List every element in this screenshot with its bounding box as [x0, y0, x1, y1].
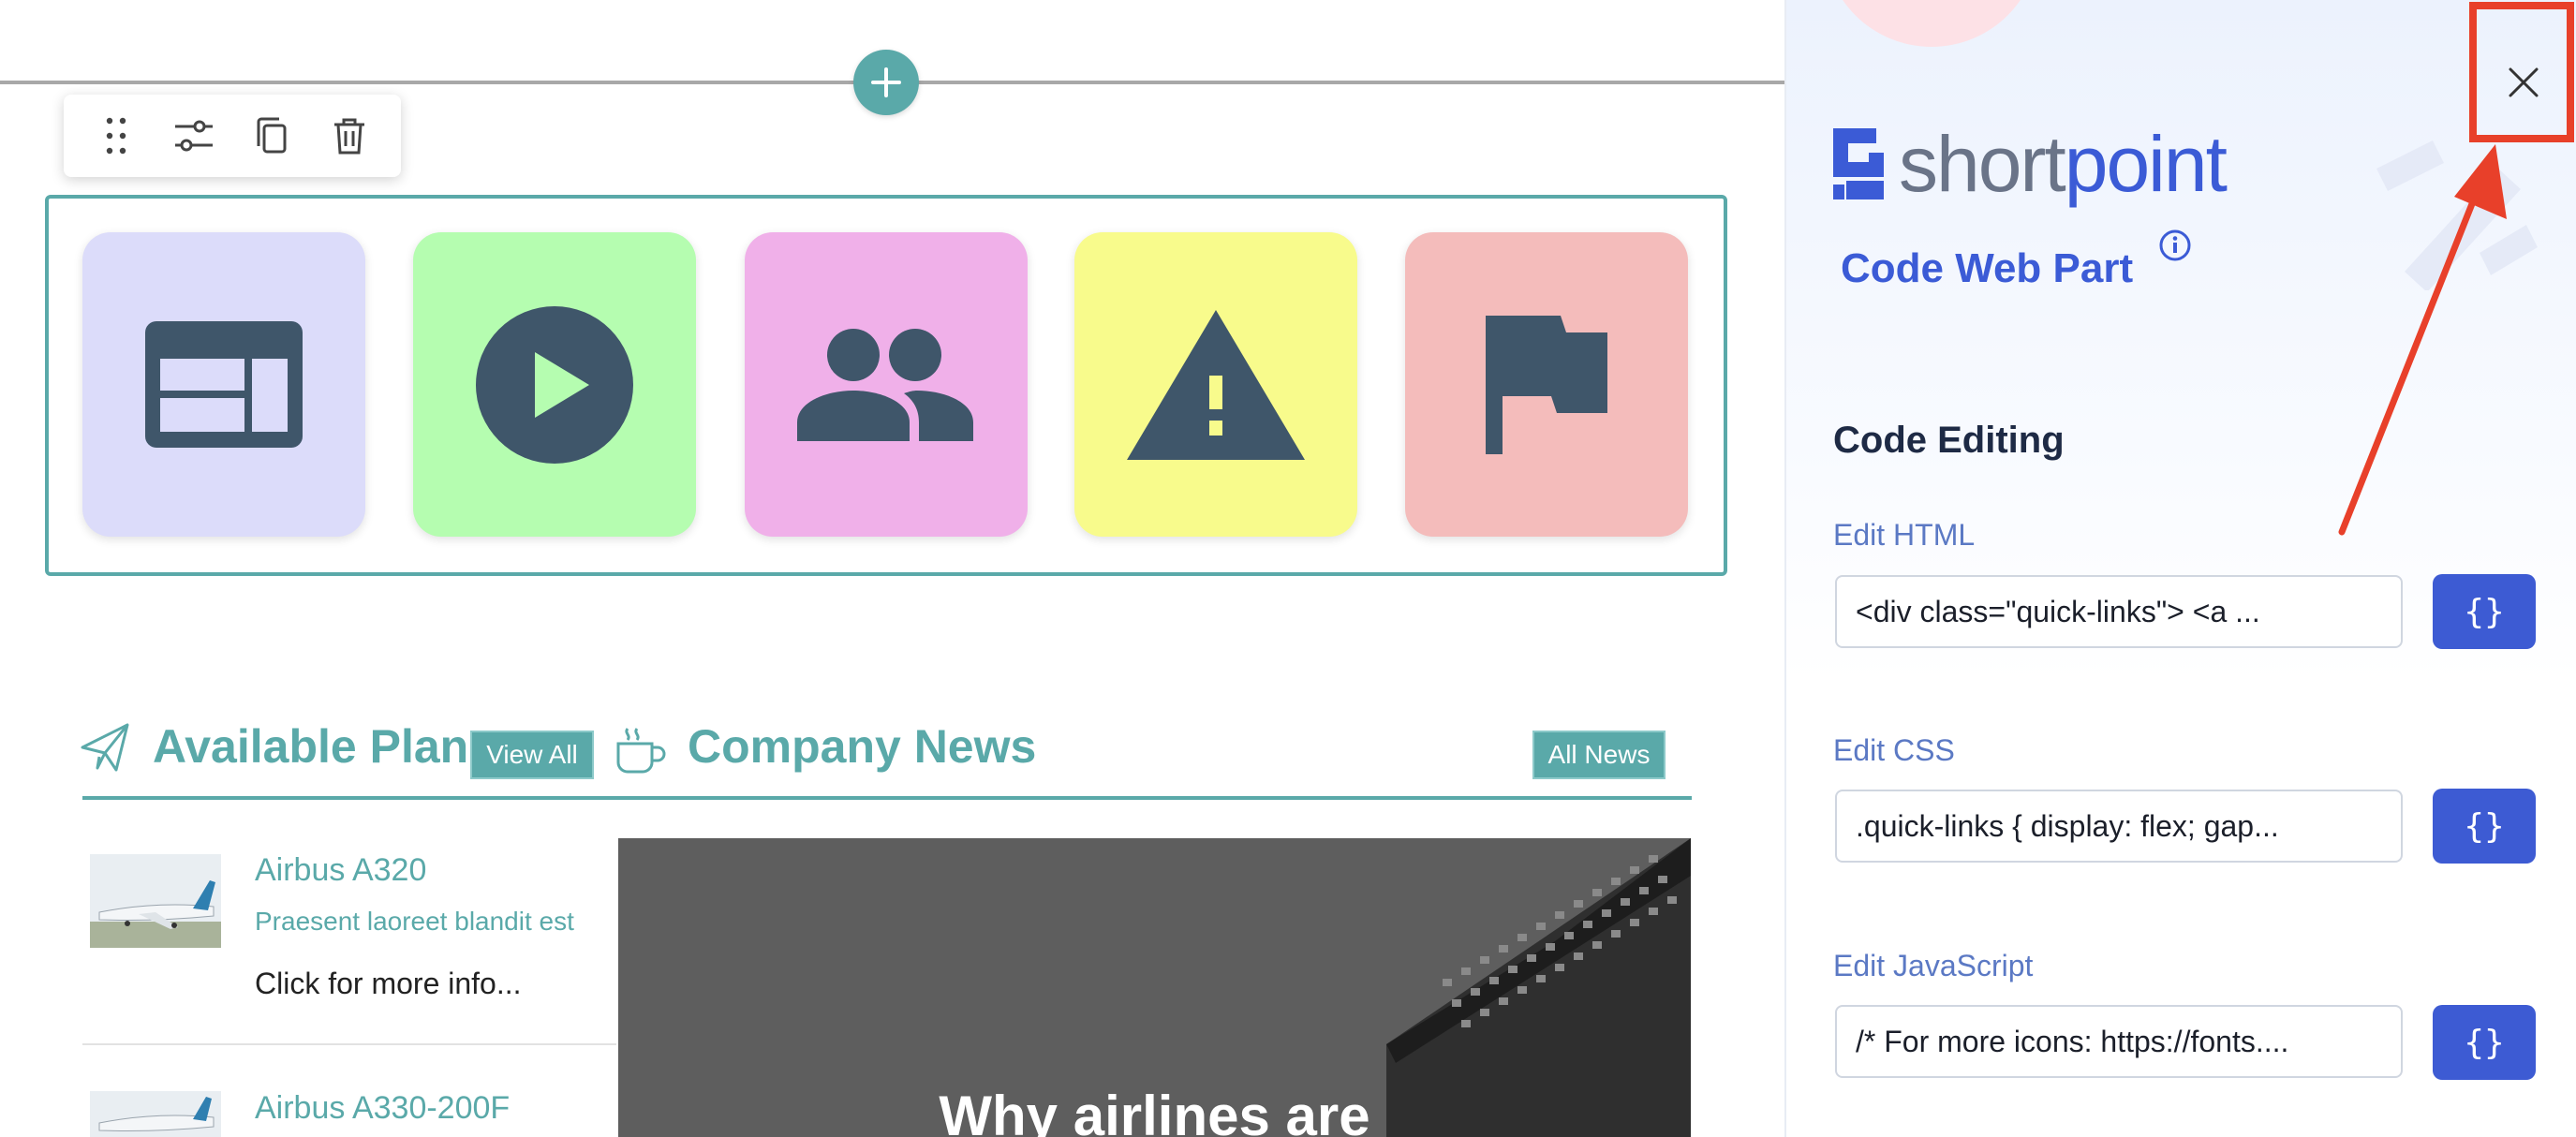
- shortpoint-logo: shortpoint: [1826, 120, 2228, 208]
- edit-html-code-button[interactable]: {}: [2433, 574, 2536, 649]
- coffee-cup-icon: [616, 728, 666, 774]
- warning-icon: [1127, 309, 1305, 460]
- quick-link-tile-warning[interactable]: [1074, 232, 1357, 537]
- annotation-arrow: [2338, 144, 2507, 536]
- play-circle-icon: [476, 305, 633, 464]
- layout-icon: [145, 321, 303, 448]
- edit-html-label: Edit HTML: [1833, 518, 1976, 552]
- shortpoint-logo-icon: [1833, 128, 1884, 199]
- airplane-icon: [81, 723, 129, 772]
- section-underline: [82, 796, 1692, 800]
- duplicate-icon[interactable]: [247, 111, 296, 160]
- available-planes-title: Available Plan: [153, 720, 469, 773]
- quick-link-tile-people[interactable]: [745, 232, 1028, 537]
- edit-css-field[interactable]: .quick-links { display: flex; gap...: [1835, 790, 2403, 863]
- settings-sliders-icon[interactable]: [170, 111, 218, 160]
- flag-icon: [1486, 315, 1607, 454]
- drag-handle-icon[interactable]: [92, 111, 141, 160]
- list-divider: [82, 1043, 616, 1045]
- plane-thumbnail: [90, 854, 221, 948]
- quick-link-tile-layout[interactable]: [82, 232, 365, 537]
- edit-javascript-field[interactable]: /* For more icons: https://fonts....: [1835, 1005, 2403, 1078]
- plane-title[interactable]: Airbus A330-200F: [255, 1090, 510, 1127]
- annotation-highlight-box: [2469, 2, 2574, 142]
- plus-icon: [871, 67, 901, 97]
- logo-text-part1: short: [1899, 120, 2066, 208]
- plane-more-link[interactable]: Click for more info...: [255, 967, 522, 1001]
- delete-icon[interactable]: [325, 111, 374, 160]
- news-headline[interactable]: Why airlines are: [618, 1084, 1691, 1137]
- panel-title: Code Web Part: [1841, 245, 2134, 291]
- edit-html-field[interactable]: <div class="quick-links"> <a ...: [1835, 575, 2403, 648]
- plane-title[interactable]: Airbus A320: [255, 852, 426, 889]
- quick-link-tile-flag[interactable]: [1405, 232, 1688, 537]
- edit-css-code-button[interactable]: {}: [2433, 789, 2536, 864]
- element-toolbar: [64, 95, 401, 177]
- edit-css-label: Edit CSS: [1833, 733, 1955, 767]
- company-news-title: Company News: [688, 720, 1037, 773]
- info-icon[interactable]: [2158, 229, 2192, 262]
- edit-javascript-code-button[interactable]: {}: [2433, 1005, 2536, 1080]
- plane-description: Praesent laoreet blandit est: [255, 907, 574, 936]
- quick-link-tile-video[interactable]: [413, 232, 696, 537]
- edit-javascript-label: Edit JavaScript: [1833, 949, 2034, 982]
- page-canvas: Available Plan View All Company News All…: [0, 0, 1784, 1137]
- decorative-circle: [1824, 0, 2039, 47]
- code-editing-heading: Code Editing: [1833, 420, 2065, 461]
- people-icon: [797, 328, 973, 441]
- news-hero-image[interactable]: Why airlines are: [618, 838, 1691, 1137]
- all-news-button[interactable]: All News: [1532, 731, 1666, 779]
- logo-text-part2: point: [2064, 120, 2228, 208]
- view-all-button[interactable]: View All: [470, 731, 594, 779]
- add-section-button[interactable]: [853, 50, 919, 115]
- plane-thumbnail: [90, 1091, 221, 1137]
